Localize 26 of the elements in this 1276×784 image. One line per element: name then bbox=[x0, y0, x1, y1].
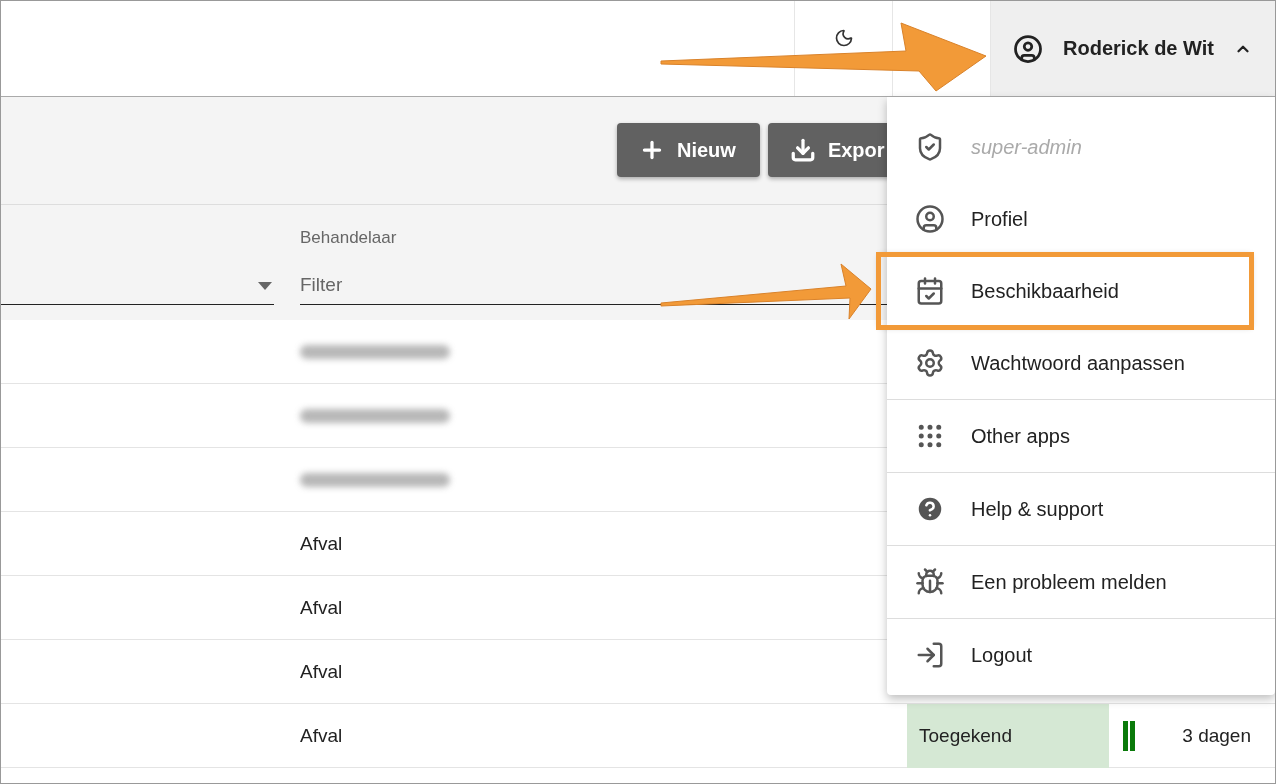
menu-item[interactable]: Profiel bbox=[887, 183, 1275, 255]
status-cell: Toegekend bbox=[907, 704, 1109, 768]
download-icon bbox=[789, 137, 816, 163]
new-button[interactable]: Nieuw bbox=[617, 123, 760, 177]
menu-item[interactable]: Een probleem melden bbox=[887, 546, 1275, 618]
user-icon bbox=[1013, 33, 1043, 64]
menu-item[interactable]: Other apps bbox=[887, 400, 1275, 472]
bug-icon bbox=[915, 567, 945, 597]
table-cell-text: Afval bbox=[299, 596, 343, 619]
moon-icon[interactable] bbox=[833, 27, 854, 48]
help-icon bbox=[915, 494, 945, 524]
settings-icon bbox=[915, 348, 945, 378]
duration-text: 3 dagen bbox=[1182, 724, 1251, 747]
table-cell-text: Afval bbox=[299, 532, 343, 555]
logout-icon bbox=[915, 640, 945, 670]
user-icon bbox=[915, 204, 945, 234]
table-cell-text: Afval bbox=[299, 660, 343, 683]
column-label: Behandelaar bbox=[300, 228, 398, 248]
calendar-icon bbox=[915, 276, 945, 306]
menu-item[interactable]: Logout bbox=[887, 619, 1275, 691]
menu-item[interactable]: Help & support bbox=[887, 473, 1275, 545]
dropdown-icon bbox=[258, 281, 272, 290]
bars-icon bbox=[1123, 720, 1135, 751]
menu-item[interactable]: Wachtwoord aanpassen bbox=[887, 327, 1275, 399]
table-cell-text: Afval bbox=[299, 724, 343, 747]
user-menu-button[interactable]: Roderick de Wit bbox=[990, 1, 1275, 96]
